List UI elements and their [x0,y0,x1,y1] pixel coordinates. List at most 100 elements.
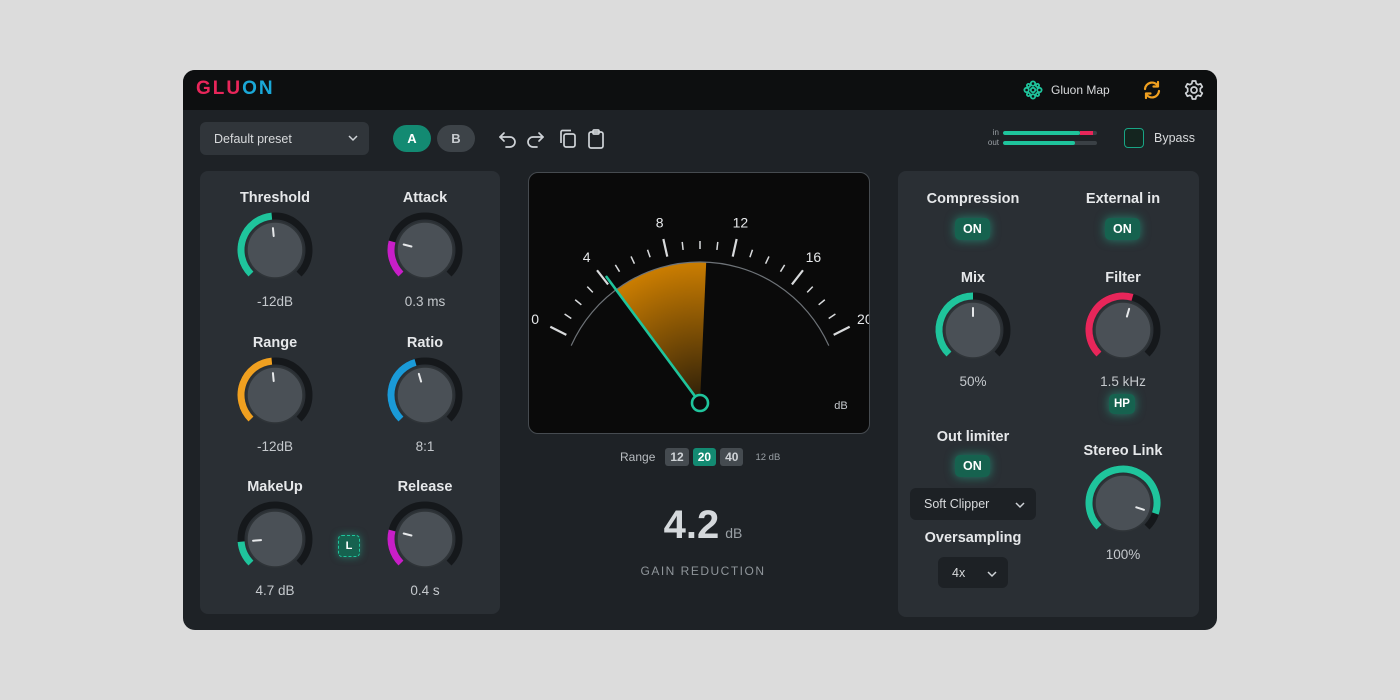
clipper-dropdown[interactable]: Soft Clipper [910,488,1036,520]
ratio-knob[interactable] [383,353,467,437]
makeup-cap [246,510,304,568]
threshold-indicator [271,227,275,238]
filter-knob[interactable] [1081,288,1165,372]
external-in-on-button[interactable]: ON [1105,218,1140,240]
flower-node-icon [1023,80,1043,100]
copy-icon[interactable] [557,128,579,150]
stereo-link-title: Stereo Link [1083,443,1163,459]
preset-a-button[interactable]: A [393,125,431,152]
meter-scale-label: 0 [531,311,539,327]
preset-dropdown[interactable]: Default preset [200,122,369,155]
mix-value: 50% [959,374,987,389]
meter-dial: 0 4 8 12 16 20 dB [531,214,869,413]
meter-in-label: in [992,128,999,137]
sync-icon[interactable] [1141,79,1163,101]
filter-value: 1.5 kHz [1100,374,1146,389]
meter-scale-label: 12 [733,214,749,230]
meter-out-track [1003,141,1097,145]
threshold-knob[interactable] [233,208,317,292]
ratio-cap [396,366,454,424]
range-cap [246,366,304,424]
meter-needle-pivot [690,393,710,413]
chevron-down-icon [987,571,997,578]
meter-tick [564,313,572,320]
gluon-map-button[interactable]: Gluon Map [1023,79,1110,101]
clipper-label: Soft Clipper [924,497,990,511]
ratio-title: Ratio [406,335,444,351]
preset-label: Default preset [214,131,292,146]
release-knob-group: Release 0.4 s [365,479,485,598]
oversampling-dropdown[interactable]: 4x [938,557,1008,588]
attack-knob[interactable] [383,208,467,292]
release-knob[interactable] [383,497,467,581]
makeup-value: 4.7 dB [255,583,295,598]
redo-icon[interactable] [524,128,546,150]
range-knob-group: Range -12dB [215,335,335,454]
external-in-title: External in [1085,191,1161,207]
attack-title: Attack [402,190,448,206]
compressor-controls-panel: Threshold -12dB Attack 0.3 ms Range -12d… [200,171,500,614]
mix-title: Mix [960,270,986,286]
meter-scale-label: 8 [656,214,664,230]
meter-scale-label: 16 [806,249,822,265]
meter-tick [731,238,738,257]
makeup-knob[interactable] [233,497,317,581]
filter-mode-hp-button[interactable]: HP [1109,394,1135,414]
makeup-knob-group: MakeUp 4.7 dB [215,479,335,598]
filter-cap [1094,301,1152,359]
gear-icon[interactable] [1183,79,1205,101]
title-bar: GLUON Gluon Map [183,70,1217,110]
oversampling-title: Oversampling [924,530,1022,546]
meter-tick [549,325,567,336]
range-title: Range [252,335,298,351]
attack-cap [396,221,454,279]
range-option-12[interactable]: 12 [665,448,689,466]
compression-on-button[interactable]: ON [955,218,990,240]
release-title: Release [397,479,453,495]
bypass-checkbox[interactable] [1124,128,1144,148]
meter-in-fill [1003,131,1081,135]
bypass-label: Bypass [1154,131,1195,145]
io-level-meters: in out [983,128,1103,148]
gain-reduction-unit: dB [725,525,743,541]
stereo-link-cap [1094,474,1152,532]
release-cap [396,510,454,568]
makeup-indicator [252,539,263,542]
meter-tick [630,256,636,264]
meter-scale-label: 4 [583,249,591,265]
undo-icon[interactable] [497,128,519,150]
clipboard-icon[interactable] [585,128,607,150]
stereo-link-knob[interactable] [1081,461,1165,545]
meter-tick [681,241,684,251]
filter-title: Filter [1105,270,1141,286]
meter-in-track [1003,131,1097,135]
preset-b-button[interactable]: B [437,125,475,152]
threshold-knob-group: Threshold -12dB [215,190,335,309]
meter-tick [779,264,786,273]
meter-tick [749,249,754,258]
compression-title: Compression [926,191,1020,207]
range-value: -12dB [256,439,294,454]
stereo-link-value: 100% [1105,547,1141,562]
meter-out-fill [1003,141,1076,145]
meter-tick [833,325,851,336]
makeup-link-toggle[interactable]: L [338,535,360,557]
meter-tick [646,249,651,258]
range-option-40[interactable]: 40 [720,448,744,466]
routing-panel: Compression ON External in ON Mix 50% Fi… [898,171,1199,617]
meter-tick [716,241,719,251]
bypass-toggle[interactable]: Bypass [1124,128,1195,148]
gain-reduction-value: 4.2 [663,503,720,547]
range-selector-label: Range [620,450,656,464]
mix-knob[interactable] [931,288,1015,372]
meter-tick [764,256,770,264]
meter-out-label: out [987,138,999,147]
range-option-20[interactable]: 20 [692,448,717,466]
range-knob[interactable] [233,353,317,437]
oversampling-label: 4x [952,565,966,580]
ratio-knob-group: Ratio 8:1 [365,335,485,454]
ratio-value: 8:1 [415,439,435,454]
out-limiter-on-button[interactable]: ON [955,455,990,477]
range-unit: 12 dB [755,451,781,463]
range-selector: Range 12 20 40 12 dB [620,448,780,466]
